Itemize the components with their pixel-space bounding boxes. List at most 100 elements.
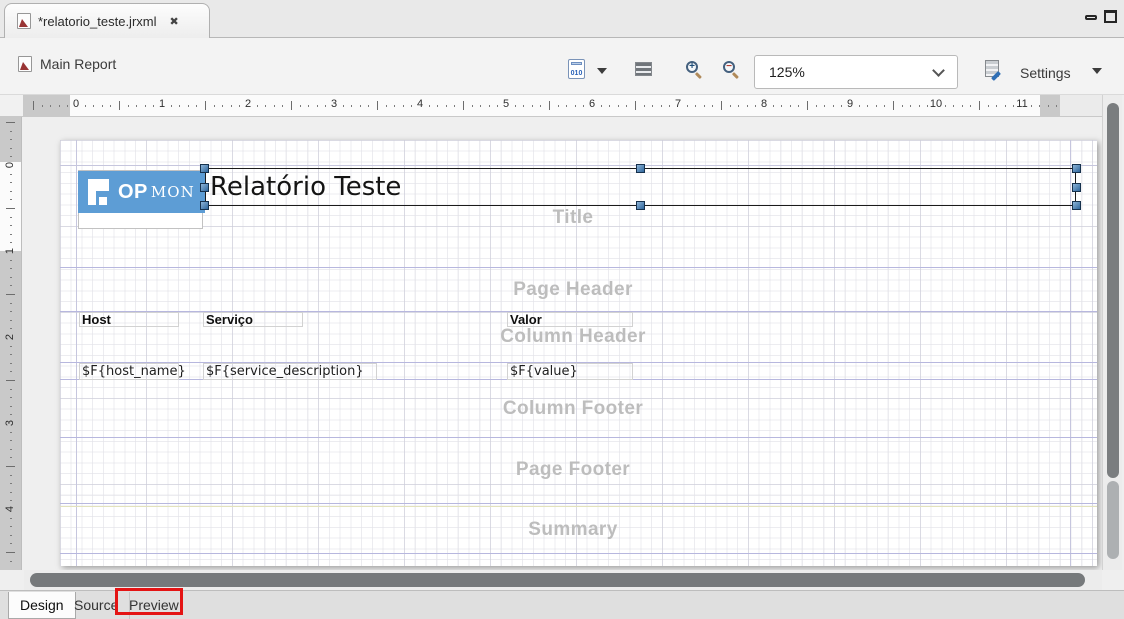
ruler-tick — [893, 101, 894, 110]
h-ruler-label-0: 0 — [73, 98, 79, 110]
column-header-host[interactable]: Host — [79, 312, 179, 327]
top-margin-guide — [60, 165, 1097, 166]
ruler-tick — [1048, 105, 1049, 107]
editor-tabstrip: *relatorio_teste.jrxml — [0, 0, 1124, 38]
ruler-tick — [239, 105, 240, 107]
vertical-scrollbar[interactable] — [1102, 95, 1122, 570]
selection-handle-bottom-mid[interactable] — [636, 201, 645, 210]
settings-dropdown-caret-icon[interactable] — [1092, 68, 1102, 74]
h-ruler-label-7: 7 — [675, 98, 681, 110]
close-icon[interactable] — [170, 14, 179, 28]
ruler-tick — [945, 105, 946, 107]
last-page-footer-band-divider — [60, 506, 1097, 507]
logo-text-op: OP — [118, 181, 148, 204]
ruler-tick — [1005, 105, 1006, 107]
ruler-tick — [721, 101, 722, 110]
ruler-tick — [652, 105, 653, 107]
detail-field-value[interactable]: $F{value} — [507, 363, 633, 380]
selection-handle-bottom-right[interactable] — [1072, 201, 1081, 210]
title-band-divider[interactable] — [60, 267, 1097, 268]
ruler-tick — [10, 475, 12, 476]
ruler-tick — [110, 105, 111, 107]
selection-handle-top-mid[interactable] — [636, 164, 645, 173]
selection-handle-top-left[interactable] — [200, 164, 209, 173]
column-header-valor[interactable]: Valor — [507, 312, 633, 327]
horizontal-scrollbar[interactable] — [24, 570, 1102, 590]
main-report-selector[interactable]: Main Report — [18, 56, 116, 72]
ruler-tick — [153, 105, 154, 107]
zoom-in-icon[interactable]: + — [686, 61, 704, 79]
horizontal-ruler: 01234567891011 — [24, 95, 1102, 117]
ruler-tick — [1013, 105, 1014, 107]
ruler-tick — [6, 466, 15, 467]
ruler-tick — [798, 105, 799, 107]
band-label-page-footer: Page Footer — [76, 459, 1070, 481]
editor-tab-relatorio-teste[interactable]: *relatorio_teste.jrxml — [4, 3, 210, 38]
detail-field-service-description[interactable]: $F{service_description} — [203, 363, 377, 380]
ruler-tick — [824, 105, 825, 107]
vertical-scrollbar-thumb[interactable] — [1107, 103, 1119, 478]
ruler-tick — [10, 242, 12, 243]
ruler-tick — [403, 105, 404, 107]
minimize-icon[interactable] — [1085, 15, 1097, 20]
ruler-tick — [833, 105, 834, 107]
h-ruler-label-10: 10 — [930, 98, 942, 110]
v-ruler-label-2: 2 — [4, 334, 16, 340]
dataset-icon[interactable] — [635, 62, 652, 76]
designer-toolbar: Main Report 010 + − 125% Settings — [0, 38, 1124, 95]
maximize-icon[interactable] — [1104, 10, 1117, 23]
ruler-tick — [386, 105, 387, 107]
ruler-tick — [695, 105, 696, 107]
zoom-out-icon[interactable]: − — [723, 61, 741, 79]
column-footer-band-divider[interactable] — [60, 437, 1097, 438]
band-label-page-header: Page Header — [76, 279, 1070, 301]
ruler-tick — [712, 105, 713, 107]
ruler-tick — [128, 105, 129, 107]
band-label-column-footer: Column Footer — [76, 398, 1070, 420]
selection-handle-mid-left[interactable] — [200, 183, 209, 192]
ruler-tick — [807, 101, 808, 110]
ruler-tick — [816, 105, 817, 107]
ruler-tick — [489, 105, 490, 107]
settings-button[interactable]: Settings — [1020, 65, 1071, 81]
ruler-tick — [10, 397, 12, 398]
selection-handle-bottom-left[interactable] — [200, 201, 209, 210]
ruler-tick — [10, 526, 12, 527]
zoom-level-combobox[interactable]: 125% — [754, 55, 958, 89]
opmon-logo[interactable]: OP MON — [78, 171, 205, 213]
horizontal-scrollbar-thumb[interactable] — [30, 573, 1085, 587]
vertical-scrollbar-thumb-secondary[interactable] — [1107, 481, 1119, 559]
datasource-dropdown-caret-icon[interactable] — [597, 68, 607, 74]
ruler-tick — [626, 105, 627, 107]
page-footer-band-divider[interactable] — [60, 503, 1097, 504]
ruler-tick — [6, 294, 15, 295]
selection-handle-top-right[interactable] — [1072, 164, 1081, 173]
h-ruler-label-3: 3 — [331, 98, 337, 110]
h-ruler-label-6: 6 — [589, 98, 595, 110]
report-settings-icon[interactable] — [985, 60, 999, 77]
summary-band-divider[interactable] — [60, 553, 1097, 554]
selection-handle-mid-right[interactable] — [1072, 183, 1081, 192]
detail-field-host-name[interactable]: $F{host_name} — [79, 363, 179, 380]
ruler-tick — [351, 105, 352, 107]
ruler-tick — [902, 105, 903, 107]
datasource-icon[interactable]: 010 — [568, 59, 585, 79]
ruler-tick — [867, 105, 868, 107]
report-page[interactable]: Title Page Header Column Header Column F… — [60, 140, 1097, 566]
ruler-tick — [222, 105, 223, 107]
h-ruler-label-8: 8 — [761, 98, 767, 110]
ruler-tick — [59, 105, 60, 107]
tab-preview[interactable]: Preview — [118, 592, 190, 619]
design-canvas[interactable]: Title Page Header Column Header Column F… — [24, 117, 1102, 570]
column-header-servico[interactable]: Serviço — [203, 312, 303, 327]
ruler-tick — [317, 105, 318, 107]
logo-glyph-bar-side — [88, 179, 96, 205]
ruler-tick — [10, 182, 12, 183]
ruler-tick — [10, 320, 12, 321]
ruler-tick — [257, 105, 258, 107]
ruler-tick — [10, 328, 12, 329]
ruler-tick — [10, 457, 12, 458]
ruler-tick — [10, 260, 12, 261]
ruler-tick — [10, 311, 12, 312]
ruler-tick — [704, 105, 705, 107]
